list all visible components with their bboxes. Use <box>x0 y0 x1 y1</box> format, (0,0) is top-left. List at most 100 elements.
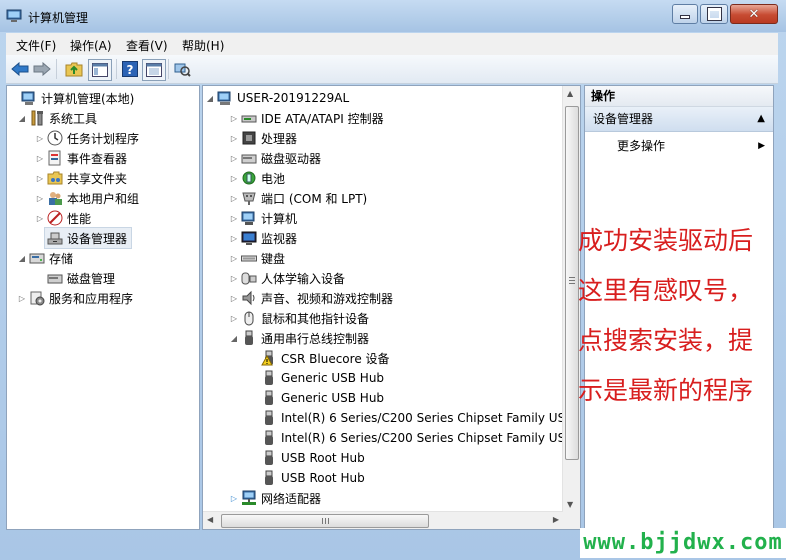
expand-arrow-icon[interactable]: ▷ <box>229 494 239 503</box>
usb-device-intel-chipset[interactable]: Intel(R) 6 Series/C200 Series Chipset Fa… <box>259 428 573 448</box>
more-actions-item[interactable]: 更多操作 ▶ <box>617 136 767 156</box>
expand-arrow-icon[interactable]: ▷ <box>35 214 45 223</box>
device-category-hid[interactable]: ▷ 人体学输入设备 <box>229 268 345 288</box>
usb-device-label: USB Root Hub <box>281 471 365 485</box>
tree-item-shared-folders[interactable]: ▷ 共享文件夹 <box>35 168 127 188</box>
minimize-button[interactable] <box>672 4 698 24</box>
collapse-arrow-icon[interactable]: ◢ <box>205 94 215 103</box>
device-category-label: 电池 <box>261 171 286 186</box>
expand-arrow-icon[interactable]: ▷ <box>229 174 239 183</box>
tree-item-local-users-groups[interactable]: ▷ 本地用户和组 <box>35 188 139 208</box>
collapse-arrow-icon[interactable]: ◢ <box>17 114 27 123</box>
device-category-keyboard[interactable]: ▷ 键盘 <box>229 248 285 268</box>
usb-device-csr-bluecore[interactable]: CSR Bluecore 设备 <box>259 348 390 368</box>
tree-label: 计算机管理(本地) <box>41 91 135 106</box>
up-button[interactable] <box>64 60 84 78</box>
scan-hardware-button[interactable] <box>172 60 192 78</box>
tree-label: 共享文件夹 <box>67 171 128 186</box>
expand-arrow-icon[interactable]: ▷ <box>229 274 239 283</box>
menu-file[interactable]: 文件(F) <box>16 37 56 54</box>
usb-device-label: Intel(R) 6 Series/C200 Series Chipset Fa… <box>281 431 574 445</box>
device-category-label: 计算机 <box>261 211 298 226</box>
scroll-up-arrow-icon[interactable]: ▲ <box>567 89 573 98</box>
device-category-battery[interactable]: ▷ 电池 <box>229 168 285 188</box>
computer-management-app-icon <box>6 9 22 22</box>
tree-item-system-tools[interactable]: ◢ 系统工具 <box>17 108 97 128</box>
mouse-icon <box>244 311 254 326</box>
scroll-down-arrow-icon[interactable]: ▼ <box>567 500 573 509</box>
collapse-up-icon[interactable]: ▲ <box>757 107 765 131</box>
window-frame: 计算机管理 ✕ 文件(F) 操作(A) 查看(V) 帮助(H) ? 计算机管理(… <box>0 0 786 560</box>
vertical-scroll-thumb[interactable] <box>565 106 579 460</box>
device-category-ports[interactable]: ▷ 端口 (COM 和 LPT) <box>229 188 367 208</box>
tree-item-services-applications[interactable]: ▷ 服务和应用程序 <box>17 288 133 308</box>
usb-device-root-hub[interactable]: USB Root Hub <box>259 468 365 488</box>
expand-arrow-icon[interactable]: ▷ <box>229 134 239 143</box>
expand-arrow-icon[interactable]: ▷ <box>229 194 239 203</box>
actions-section-device-manager[interactable]: 设备管理器 ▲ <box>585 107 773 132</box>
tree-item-storage[interactable]: ◢ 存储 <box>17 248 73 268</box>
usb-device-root-hub[interactable]: USB Root Hub <box>259 448 365 468</box>
scroll-right-arrow-icon[interactable]: ▶ <box>553 515 559 524</box>
menu-help[interactable]: 帮助(H) <box>182 37 224 54</box>
tree-item-task-scheduler[interactable]: ▷ 任务计划程序 <box>35 128 139 148</box>
expand-arrow-icon[interactable]: ▷ <box>229 114 239 123</box>
horizontal-scrollbar[interactable]: ◀ ▶ <box>203 511 563 529</box>
horizontal-scroll-thumb[interactable] <box>221 514 429 528</box>
device-category-sound[interactable]: ▷ 声音、视频和游戏控制器 <box>229 288 393 308</box>
expand-arrow-icon[interactable]: ▷ <box>35 194 45 203</box>
device-category-label: IDE ATA/ATAPI 控制器 <box>261 111 384 126</box>
tree-item-performance[interactable]: ▷ 性能 <box>35 208 91 228</box>
show-hide-tree-button[interactable] <box>88 59 112 81</box>
collapse-arrow-icon[interactable]: ◢ <box>17 254 27 263</box>
device-category-mouse[interactable]: ▷ 鼠标和其他指针设备 <box>229 308 369 328</box>
device-category-usb-controllers[interactable]: ◢ 通用串行总线控制器 <box>229 328 369 348</box>
tree-item-event-viewer[interactable]: ▷ 事件查看器 <box>35 148 127 168</box>
tree-label: 服务和应用程序 <box>49 291 134 306</box>
device-category-disk-drives[interactable]: ▷ 磁盘驱动器 <box>229 148 321 168</box>
maximize-button[interactable] <box>700 4 728 24</box>
expand-arrow-icon[interactable]: ▷ <box>229 254 239 263</box>
title-bar: 计算机管理 ✕ <box>0 0 786 32</box>
usb-device-label: USB Root Hub <box>281 451 365 465</box>
expand-arrow-icon[interactable]: ▷ <box>35 154 45 163</box>
device-category-ide[interactable]: ▷ IDE ATA/ATAPI 控制器 <box>229 108 384 128</box>
back-button[interactable] <box>10 60 30 78</box>
expand-arrow-icon[interactable]: ▷ <box>229 314 239 323</box>
expand-arrow-icon[interactable]: ▷ <box>17 294 27 303</box>
menu-view[interactable]: 查看(V) <box>126 37 168 54</box>
device-category-label: 声音、视频和游戏控制器 <box>261 291 394 306</box>
tree-item-computer-management[interactable]: 计算机管理(本地) <box>9 88 134 108</box>
close-button[interactable]: ✕ <box>730 4 778 24</box>
device-category-processor[interactable]: ▷ 处理器 <box>229 128 297 148</box>
scroll-left-arrow-icon[interactable]: ◀ <box>207 515 213 524</box>
menu-action[interactable]: 操作(A) <box>70 37 112 54</box>
help-button[interactable]: ? <box>120 60 140 78</box>
usb-device-intel-chipset[interactable]: Intel(R) 6 Series/C200 Series Chipset Fa… <box>259 408 573 428</box>
expand-arrow-icon[interactable]: ▷ <box>229 294 239 303</box>
collapse-arrow-icon[interactable]: ◢ <box>229 334 239 343</box>
maximize-icon <box>706 7 722 21</box>
device-category-monitor[interactable]: ▷ 监视器 <box>229 228 297 248</box>
usb-device-generic-hub[interactable]: Generic USB Hub <box>259 368 384 388</box>
properties-button[interactable] <box>142 59 166 81</box>
computer-icon <box>217 91 231 105</box>
tree-item-disk-management[interactable]: 磁盘管理 <box>45 268 115 288</box>
device-category-network-adapters[interactable]: ▷ 网络适配器 <box>229 488 321 508</box>
expand-arrow-icon[interactable]: ▷ <box>35 174 45 183</box>
device-tree-root[interactable]: ◢ USER-20191229AL <box>205 88 349 108</box>
device-category-label: 网络适配器 <box>261 491 322 506</box>
tree-label: 本地用户和组 <box>67 191 140 206</box>
expand-arrow-icon[interactable]: ▷ <box>229 234 239 243</box>
storage-icon <box>29 253 45 264</box>
tree-item-device-manager[interactable]: 设备管理器 <box>43 227 133 249</box>
usb-device-generic-hub[interactable]: Generic USB Hub <box>259 388 384 408</box>
expand-arrow-icon[interactable]: ▷ <box>229 214 239 223</box>
speaker-icon <box>242 290 255 306</box>
expand-arrow-icon[interactable]: ▷ <box>229 154 239 163</box>
tools-icon <box>31 110 43 126</box>
expand-arrow-icon[interactable]: ▷ <box>35 134 45 143</box>
device-category-computer[interactable]: ▷ 计算机 <box>229 208 297 228</box>
network-adapter-icon <box>242 490 256 505</box>
forward-button[interactable] <box>32 60 52 78</box>
